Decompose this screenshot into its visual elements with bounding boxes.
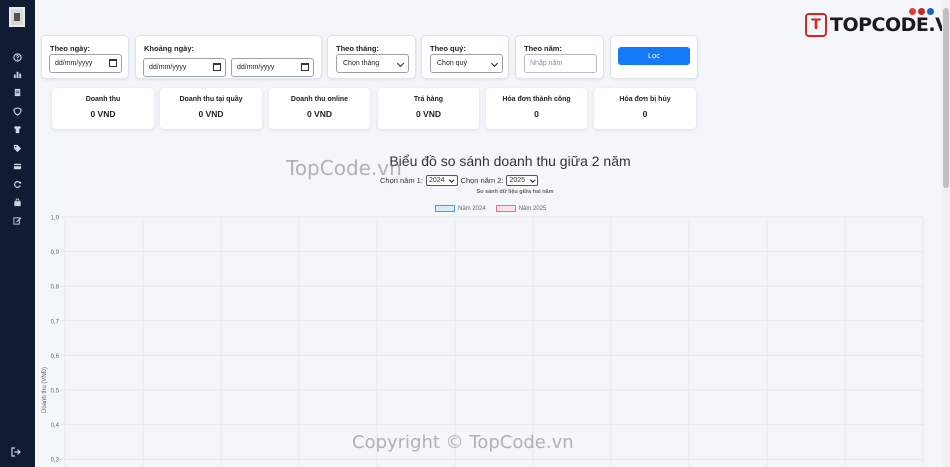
watermark-bottom: Copyright © TopCode.vn bbox=[352, 432, 574, 453]
chart-legend: Năm 2024 Năm 2025 bbox=[435, 205, 546, 212]
y-tick-label: 0,4 bbox=[51, 423, 60, 429]
legend-swatch-2024[interactable] bbox=[435, 205, 455, 212]
legend-label-2025[interactable]: Năm 2025 bbox=[519, 206, 547, 212]
legend-swatch-2025[interactable] bbox=[495, 205, 516, 212]
chevron-down-icon bbox=[449, 177, 455, 183]
legend-label-2024[interactable]: Năm 2024 bbox=[458, 206, 486, 212]
year1-select[interactable]: 2024 bbox=[425, 175, 458, 186]
year2-value: 2025 bbox=[509, 177, 526, 184]
y-tick-label: 0,3 bbox=[51, 458, 60, 464]
year1-value: 2024 bbox=[428, 177, 445, 184]
y-tick-label: 0,6 bbox=[51, 354, 60, 360]
y-tick-label: 0,8 bbox=[51, 285, 60, 291]
y-tick-label: 1,0 bbox=[51, 216, 60, 222]
y-axis-label: Doanh thu (VNĐ) bbox=[42, 367, 48, 413]
y-tick-label: 0,5 bbox=[51, 389, 60, 395]
year-selector-row: Chọn năm 1: 2024 Chọn năm 2: 2025 bbox=[380, 175, 680, 186]
year2-label: Chọn năm 2: bbox=[460, 176, 504, 185]
y-tick-label: 0,9 bbox=[51, 250, 60, 256]
year2-select[interactable]: 2025 bbox=[506, 175, 539, 186]
chevron-down-icon bbox=[529, 177, 535, 183]
comparison-chart: 1,0 0,9 0,8 0,7 0,6 0,5 0,4 0,3 Doanh thu (VNĐ) bbox=[42, 216, 924, 467]
chart-subtitle: So sánh dữ liệu giữa hai năm bbox=[476, 189, 554, 195]
watermark-top: TopCode.vn bbox=[286, 156, 402, 180]
y-tick-label: 0,7 bbox=[51, 319, 60, 325]
